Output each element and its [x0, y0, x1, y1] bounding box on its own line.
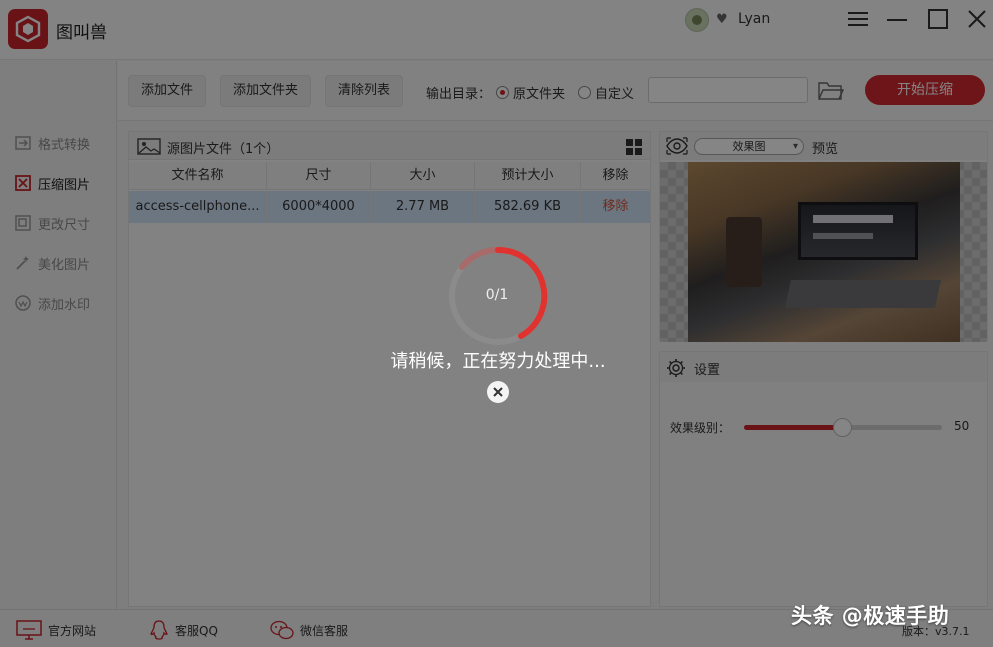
watermark-text: 头条 @极速手助: [791, 604, 950, 628]
processing-overlay: 0/1 请稍候，正在努力处理中...: [0, 0, 993, 647]
processing-message: 请稍候，正在努力处理中...: [390, 351, 606, 372]
cancel-processing-button[interactable]: [487, 381, 509, 403]
close-icon: [493, 387, 503, 397]
progress-counter: 0/1: [485, 287, 509, 303]
